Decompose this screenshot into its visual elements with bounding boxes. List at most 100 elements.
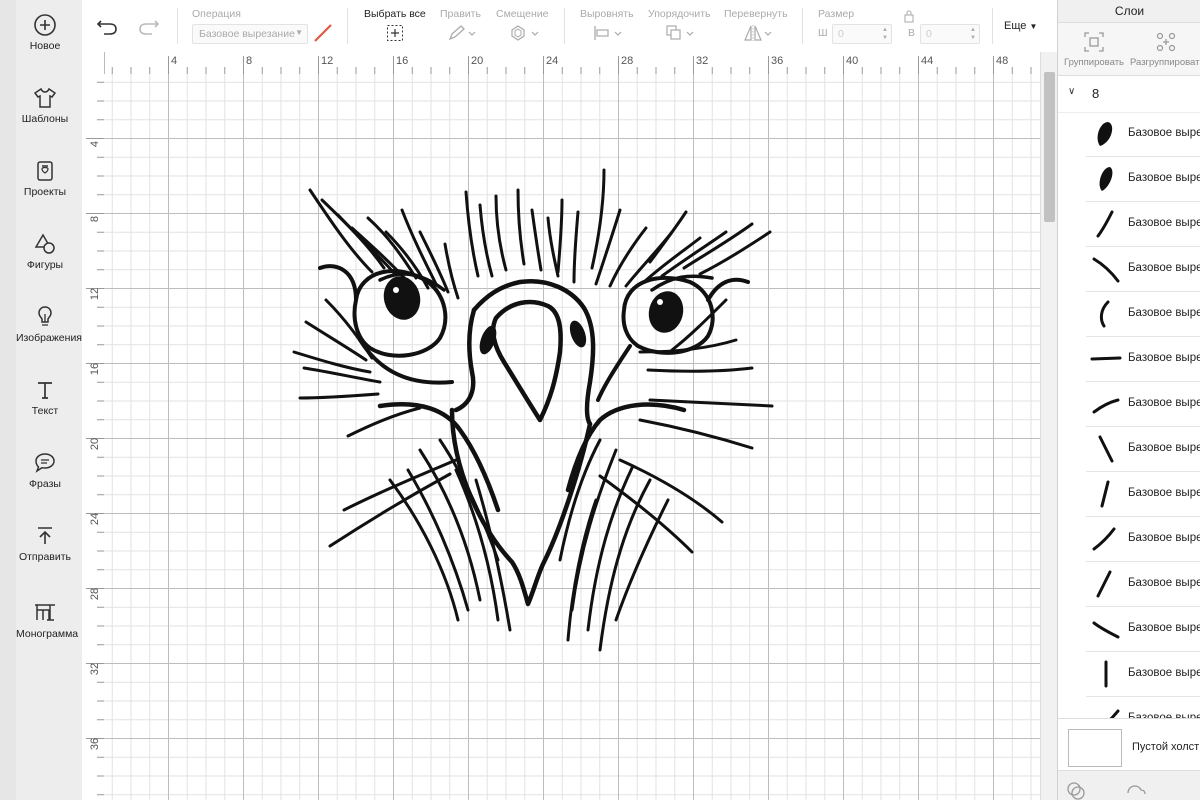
ruler-tick-label: 12 bbox=[89, 288, 101, 300]
ruler-vertical-ticks: 04812162024283236 bbox=[86, 81, 104, 796]
chevron-down-icon: ▼ bbox=[295, 28, 303, 37]
scrollbar-thumb[interactable] bbox=[1044, 72, 1055, 222]
layer-name: Базовое вырезание bbox=[1128, 622, 1200, 634]
ruler-tick-label: 24 bbox=[89, 513, 101, 525]
ungroup-button-label: Разгруппировать bbox=[1130, 57, 1200, 68]
layer-thumbnail bbox=[1090, 356, 1122, 361]
ruler-tick-label: 28 bbox=[89, 588, 101, 600]
layer-row[interactable]: Базовое вырезание bbox=[1086, 607, 1200, 652]
upload-icon bbox=[38, 527, 52, 544]
nav-new[interactable]: Новое bbox=[16, 12, 74, 52]
stepper-icon[interactable]: ▲ ▼ bbox=[882, 26, 888, 42]
nav-templates-label: Шаблоны bbox=[21, 113, 69, 125]
ruler-tick-label: 44 bbox=[921, 55, 933, 67]
layer-group-count: 8 bbox=[1092, 86, 1100, 101]
more-button[interactable]: Еще ▼ bbox=[1004, 20, 1037, 32]
layer-name: Базовое вырезание bbox=[1128, 397, 1200, 409]
select-all-icon[interactable] bbox=[386, 24, 404, 42]
layer-thumbnail bbox=[1099, 167, 1113, 191]
layer-thumbnail bbox=[1096, 210, 1114, 238]
edit-pencil-icon[interactable] bbox=[447, 24, 477, 42]
blank-canvas-label: Пустой холст bbox=[1132, 741, 1200, 753]
monogram-icon bbox=[35, 604, 55, 621]
slice-icon[interactable] bbox=[1066, 781, 1086, 800]
ruler-corner bbox=[82, 52, 105, 75]
layer-thumbnail bbox=[1104, 660, 1108, 688]
layer-row[interactable]: Базовое вырезание bbox=[1086, 292, 1200, 337]
nav-projects[interactable]: Проекты bbox=[16, 158, 74, 198]
nav-images[interactable]: Изображения bbox=[16, 304, 82, 344]
layer-group-header[interactable]: ∨ 8 bbox=[1058, 76, 1200, 113]
ruler-horizontal: 4 8 12 16 20 24 28 32 36 40 44 48 bbox=[82, 52, 1040, 75]
ruler-tick-label: 32 bbox=[89, 663, 101, 675]
redo-icon[interactable] bbox=[136, 17, 160, 37]
height-label: В bbox=[908, 27, 916, 39]
height-input[interactable]: 0 ▲ ▼ bbox=[920, 24, 980, 44]
undo-icon[interactable] bbox=[96, 17, 120, 37]
ruler-tick-label: 16 bbox=[89, 363, 101, 375]
nav-phrases-label: Фразы bbox=[29, 478, 61, 490]
toolbar-divider bbox=[347, 8, 348, 44]
offset-label: Смещение bbox=[496, 8, 549, 20]
bulb-icon bbox=[38, 306, 52, 326]
stepper-icon[interactable]: ▲ ▼ bbox=[970, 26, 976, 42]
operation-label: Операция bbox=[192, 8, 241, 20]
blank-canvas-swatch[interactable] bbox=[1068, 729, 1122, 767]
chevron-down-icon[interactable]: ∨ bbox=[1068, 86, 1075, 97]
nav-templates[interactable]: Шаблоны bbox=[16, 85, 74, 125]
flip-icon[interactable] bbox=[742, 24, 774, 42]
ruler-tick-label: 32 bbox=[696, 55, 708, 67]
shapes-icon bbox=[34, 233, 55, 254]
layer-row[interactable]: Базовое вырезание bbox=[1086, 202, 1200, 247]
left-sidebar: Новое Шаблоны Проекты Фигуры Изображения… bbox=[0, 0, 83, 800]
toolbar-divider bbox=[992, 8, 993, 44]
layer-row[interactable]: Базовое вырезание bbox=[1086, 472, 1200, 517]
arrange-label: Упорядочить bbox=[648, 8, 711, 20]
size-label: Размер bbox=[818, 8, 855, 20]
layer-name: Базовое вырезание bbox=[1128, 487, 1200, 499]
group-button[interactable]: Группировать bbox=[1058, 29, 1130, 68]
layer-name: Базовое вырезание bbox=[1128, 442, 1200, 454]
ungroup-button[interactable]: Разгруппировать bbox=[1130, 29, 1200, 68]
nav-upload[interactable]: Отправить bbox=[16, 523, 74, 563]
arrange-icon[interactable] bbox=[664, 24, 696, 42]
toolbar-divider bbox=[564, 8, 565, 44]
layer-row[interactable]: Базовое вырезание bbox=[1086, 337, 1200, 382]
layer-thumbnail bbox=[1092, 398, 1120, 414]
nav-monogram[interactable]: Монограмма bbox=[16, 600, 78, 640]
ruler-tick-label: 40 bbox=[846, 55, 858, 67]
layer-row[interactable]: Базовое вырезание bbox=[1086, 562, 1200, 607]
layer-row[interactable]: Базовое вырезание bbox=[1086, 427, 1200, 472]
canvas-scrollbar[interactable] bbox=[1040, 52, 1058, 800]
plus-circle-icon bbox=[34, 14, 56, 36]
layer-thumbnail bbox=[1092, 621, 1120, 639]
align-icon[interactable] bbox=[592, 24, 624, 42]
design-canvas[interactable] bbox=[104, 74, 1040, 800]
weld-icon[interactable] bbox=[1124, 781, 1146, 800]
layer-name: Базовое вырезание bbox=[1128, 172, 1200, 184]
blank-canvas-layer[interactable]: Пустой холст bbox=[1058, 718, 1200, 775]
layer-row[interactable]: Базовое вырезание bbox=[1086, 382, 1200, 427]
layer-name: Базовое вырезание bbox=[1128, 262, 1200, 274]
color-swatch-icon[interactable] bbox=[312, 22, 334, 44]
nav-projects-label: Проекты bbox=[23, 186, 67, 198]
eagle-face-design[interactable] bbox=[104, 74, 1040, 800]
shirt-icon bbox=[33, 87, 57, 108]
layer-name: Базовое вырезание bbox=[1128, 307, 1200, 319]
layer-row[interactable]: Базовое вырезание bbox=[1086, 517, 1200, 562]
layer-row[interactable]: Базовое вырезание bbox=[1086, 157, 1200, 202]
layer-row[interactable]: Базовое вырезание bbox=[1086, 247, 1200, 292]
layers-panel: Слои Группировать Разгруппировать ∨ 8 Ба… bbox=[1057, 0, 1200, 800]
layer-row[interactable]: Базовое вырезание bbox=[1086, 112, 1200, 157]
text-icon bbox=[38, 382, 52, 399]
operation-select[interactable]: Базовое вырезание ▼ bbox=[192, 24, 308, 44]
nav-shapes[interactable]: Фигуры bbox=[16, 231, 74, 271]
nav-phrases[interactable]: Фразы bbox=[16, 450, 74, 490]
lock-icon[interactable] bbox=[903, 9, 915, 23]
group-icon bbox=[1084, 32, 1104, 52]
layer-row[interactable]: Базовое вырезание bbox=[1086, 652, 1200, 697]
offset-icon[interactable] bbox=[508, 24, 540, 42]
width-input[interactable]: 0 ▲ ▼ bbox=[832, 24, 892, 44]
nav-text[interactable]: Текст bbox=[16, 377, 74, 417]
ruler-tick-label: 24 bbox=[546, 55, 558, 67]
